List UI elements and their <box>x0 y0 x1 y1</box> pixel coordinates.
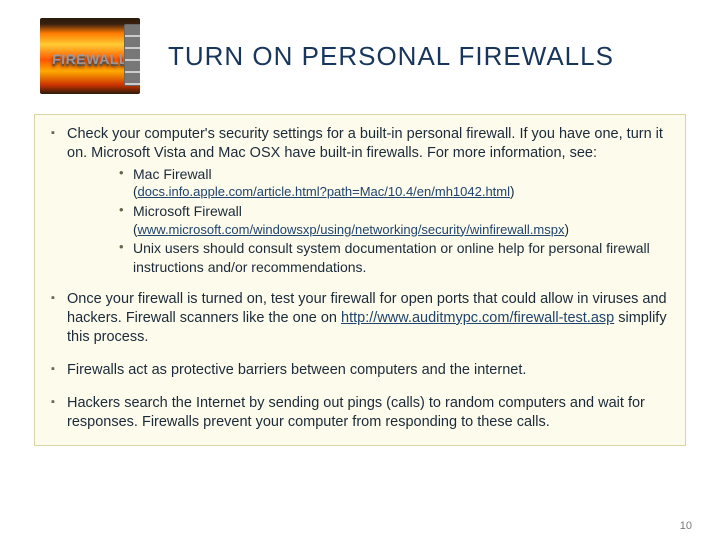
sub-bullet-text: Unix users should consult system documen… <box>133 240 650 274</box>
sub-bullet-link-line: (www.microsoft.com/windowsxp/using/netwo… <box>133 221 671 239</box>
bullet-list: Check your computer's security settings … <box>49 125 671 433</box>
firewall-image <box>40 18 140 94</box>
sub-bullet-list: Mac Firewall (docs.info.apple.com/articl… <box>119 165 671 276</box>
slide-header: TURN ON PERSONAL FIREWALLS <box>0 0 720 102</box>
bullet-item: Check your computer's security settings … <box>49 125 671 276</box>
bullet-item: Hackers search the Internet by sending o… <box>49 394 671 432</box>
sub-bullet-item: Microsoft Firewall (www.microsoft.com/wi… <box>119 202 671 238</box>
slide-title: TURN ON PERSONAL FIREWALLS <box>168 41 614 72</box>
bullet-item: Once your firewall is turned on, test yo… <box>49 290 671 347</box>
sub-bullet-item: Unix users should consult system documen… <box>119 239 671 275</box>
paren-close: ) <box>510 184 515 199</box>
bullet-text: Firewalls act as protective barriers bet… <box>67 362 526 378</box>
auditmypc-link[interactable]: http://www.auditmypc.com/firewall-test.a… <box>341 310 614 326</box>
bullet-item: Firewalls act as protective barriers bet… <box>49 361 671 380</box>
bullet-text: Hackers search the Internet by sending o… <box>67 395 645 430</box>
sub-bullet-label: Mac Firewall <box>133 166 212 182</box>
bullet-text: Check your computer's security settings … <box>67 126 663 161</box>
sub-bullet-item: Mac Firewall (docs.info.apple.com/articl… <box>119 165 671 201</box>
sub-bullet-label: Microsoft Firewall <box>133 203 242 219</box>
image-side-decoration <box>124 24 140 86</box>
page-number: 10 <box>680 520 692 532</box>
mac-firewall-link[interactable]: docs.info.apple.com/article.html?path=Ma… <box>138 184 511 199</box>
microsoft-firewall-link[interactable]: www.microsoft.com/windowsxp/using/networ… <box>138 222 565 237</box>
paren-close: ) <box>564 222 569 237</box>
sub-bullet-link-line: (docs.info.apple.com/article.html?path=M… <box>133 183 671 201</box>
content-box: Check your computer's security settings … <box>34 114 686 446</box>
